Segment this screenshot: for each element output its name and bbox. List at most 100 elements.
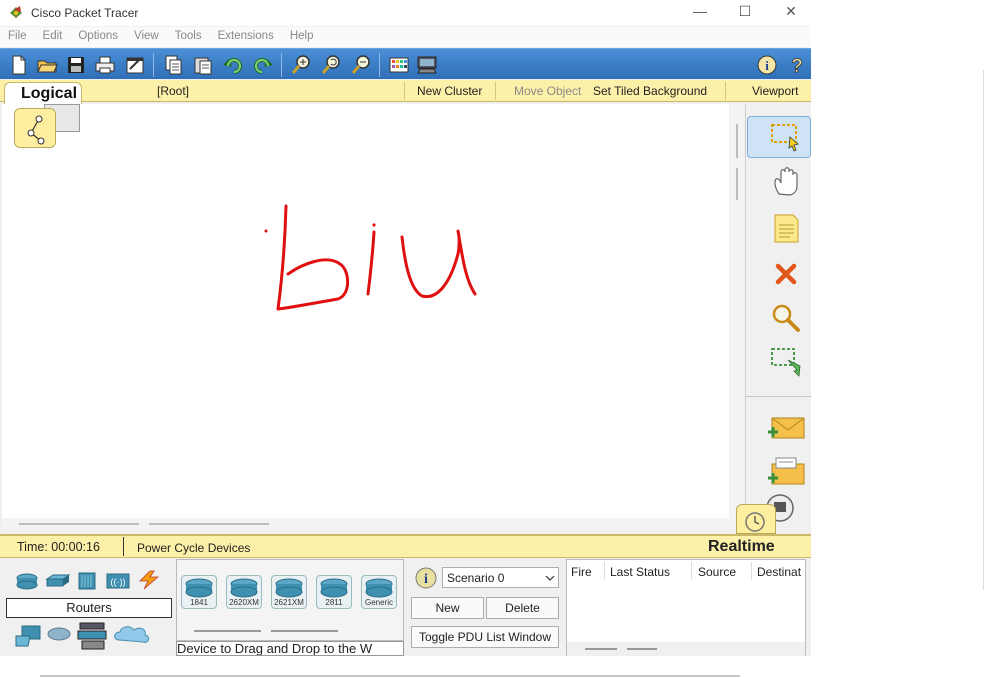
new-file-icon[interactable] [8,54,30,76]
copy-icon[interactable] [162,54,184,76]
navigation-button[interactable] [14,108,56,148]
select-icon[interactable] [770,122,804,154]
routers-category-icon[interactable] [15,572,39,590]
delete-scenario-button[interactable]: Delete [486,597,559,619]
packet-tracer-app-icon [10,6,22,18]
device-label: 2811 [325,598,343,607]
info-icon[interactable]: i [756,54,778,76]
column-destination[interactable]: Destinat [757,565,801,579]
device-label: Generic [364,598,393,607]
realtime-tab-label[interactable]: Realtime [708,538,775,556]
end-devices-category-icon[interactable] [14,624,42,648]
custom-device-icon[interactable] [416,54,438,76]
scenario-select[interactable]: Scenario 0 [442,567,559,588]
maximize-button[interactable]: ☐ [722,0,768,24]
vscroll-thumb-1[interactable] [736,124,738,158]
column-last-status[interactable]: Last Status [610,565,670,579]
device-hint-text: Device to Drag and Drop to the W [176,641,404,656]
root-breadcrumb[interactable]: [Root] [157,84,189,98]
svg-text:i: i [765,58,769,73]
logical-tab[interactable]: Logical [4,82,82,106]
tools-divider [746,396,811,397]
desktop-scrollbar-line [40,675,740,677]
minimize-button[interactable]: — [677,0,723,24]
move-object-button[interactable]: Move Object [514,84,581,98]
realtime-mode-tab[interactable] [736,504,776,534]
delete-icon[interactable] [770,258,804,290]
app-window: Cisco Packet Tracer — ☐ ✕ File Edit Option… [0,0,811,656]
logical-tab-label: Logical [21,85,78,102]
main-toolbar: i ? [0,48,811,79]
logical-workspace[interactable]: biu [2,104,729,518]
router-icon [365,578,393,598]
zoom-out-icon[interactable] [350,54,372,76]
vscroll-thumb-2[interactable] [736,168,738,200]
scenario-info-icon[interactable]: i [414,566,438,590]
custom-devices-category-icon[interactable] [76,621,108,651]
device-generic[interactable]: Generic [361,575,397,609]
menu-edit[interactable]: Edit [35,27,71,42]
menu-extensions[interactable]: Extensions [210,27,282,42]
set-tiled-background-button[interactable]: Set Tiled Background [593,84,707,98]
horizontal-scrollbar[interactable] [2,518,730,530]
multiuser-connection-category-icon[interactable] [113,624,151,646]
vertical-scrollbar[interactable] [730,104,744,529]
menu-options[interactable]: Options [70,27,126,42]
device-2811[interactable]: 2811 [316,575,352,609]
zoom-reset-icon[interactable] [320,54,342,76]
switches-category-icon[interactable] [45,574,71,588]
power-cycle-devices-button[interactable]: Power Cycle Devices [137,541,250,555]
svg-text:?: ? [791,56,803,76]
pdu-hscroll[interactable] [567,642,805,656]
zoom-in-icon[interactable] [290,54,312,76]
device-2621xm[interactable]: 2621XM [271,575,307,609]
menu-tools[interactable]: Tools [167,27,210,42]
undo-icon[interactable] [222,54,244,76]
new-cluster-button[interactable]: New Cluster [417,84,482,98]
menu-view[interactable]: View [126,27,167,42]
device-label: 2620XM [229,598,259,607]
device-2620xm[interactable]: 2620XM [226,575,262,609]
add-simple-pdu-icon[interactable] [766,412,806,444]
title-bar: Cisco Packet Tracer — ☐ ✕ [0,0,811,26]
palette-icon[interactable] [388,54,410,76]
activity-wizard-icon[interactable] [124,54,146,76]
menu-help[interactable]: Help [282,27,322,42]
device-label: 2621XM [274,598,304,607]
resize-shape-icon[interactable] [770,346,804,378]
hscroll-thumb-2[interactable] [149,523,269,525]
svg-text:((·)): ((·)) [111,577,126,587]
hscroll-thumb-1[interactable] [19,523,139,525]
viewport-button[interactable]: Viewport [752,84,798,98]
wireless-category-icon[interactable]: ((·)) [105,572,131,590]
column-source[interactable]: Source [698,565,736,579]
print-icon[interactable] [94,54,116,76]
close-button[interactable]: ✕ [768,0,811,24]
toggle-pdu-list-button[interactable]: Toggle PDU List Window [411,626,559,648]
time-display: Time: 00:00:16 [17,540,100,554]
svg-text:i: i [424,572,428,587]
menu-file[interactable]: File [0,27,35,42]
save-icon[interactable] [65,54,87,76]
hand-move-icon[interactable] [770,166,804,198]
connections-category-icon[interactable] [136,570,162,590]
wan-emulation-category-icon[interactable] [46,626,72,642]
device-1841[interactable]: 1841 [181,575,217,609]
device-scroll-thumb-1[interactable] [194,630,261,632]
hubs-category-icon[interactable] [77,571,99,591]
open-folder-icon[interactable] [36,54,58,76]
column-fire[interactable]: Fire [571,565,592,579]
place-note-icon[interactable] [770,212,804,244]
inspect-icon[interactable] [770,302,804,334]
redo-icon[interactable] [252,54,274,76]
freehand-drawing: biu [264,204,477,311]
scenario-selected-value: Scenario 0 [447,571,505,585]
help-icon[interactable]: ? [786,54,808,76]
new-scenario-button[interactable]: New [411,597,484,619]
window-title: Cisco Packet Tracer [31,6,139,20]
device-scroll-thumb-2[interactable] [271,630,338,632]
paste-icon[interactable] [192,54,214,76]
add-complex-pdu-icon[interactable] [766,456,806,488]
menu-bar: File Edit Options View Tools Extensions Help [0,27,811,47]
right-tools-panel [745,104,811,524]
